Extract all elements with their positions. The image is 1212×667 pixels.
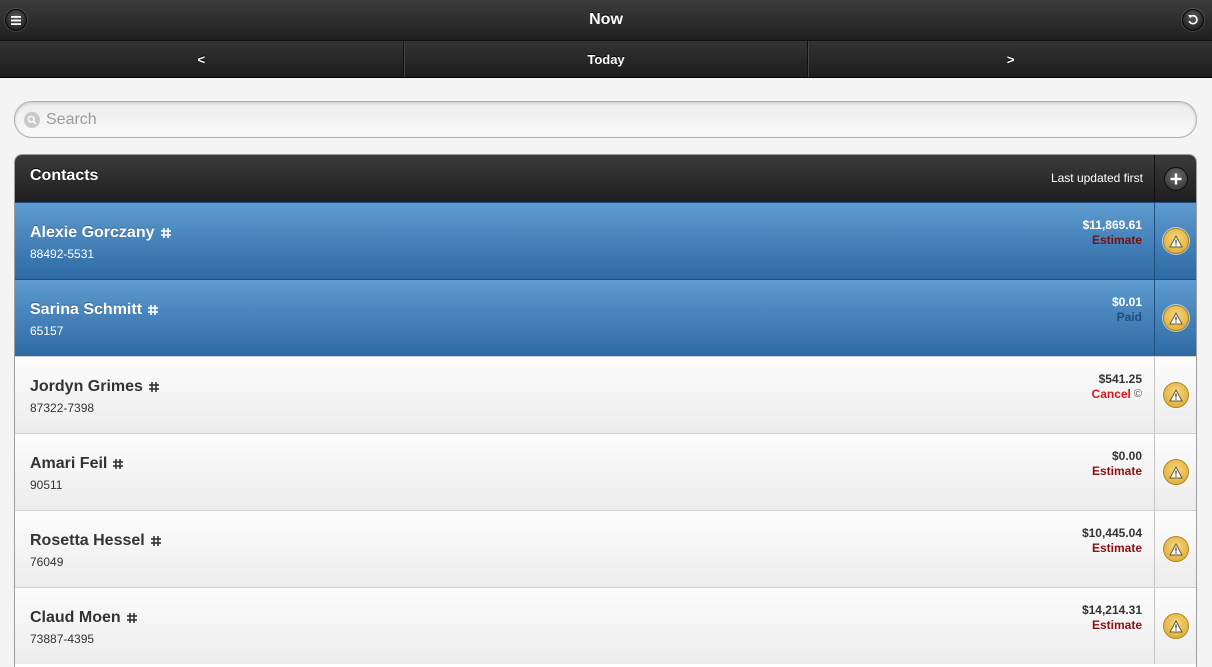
contact-row[interactable]: Jordyn Grimes 87322-7398 $541.25 Cancel … (15, 356, 1196, 433)
contact-row[interactable]: Sarina Schmitt 65157 $0.01 Paid (15, 279, 1196, 356)
contact-amount: $10,445.04 (1081, 526, 1142, 540)
search-input[interactable] (46, 110, 1166, 129)
contact-amount: $0.01 (1111, 295, 1142, 309)
contact-phone: 88492-5531 (30, 247, 95, 261)
status-suffix: © (1133, 388, 1142, 400)
warning-icon (1168, 542, 1183, 555)
date-nav: < Today > (0, 41, 1212, 78)
contact-phone: 87322-7398 (30, 401, 95, 415)
contact-status: Cancel © (1092, 387, 1142, 401)
contact-phone: 90511 (30, 478, 63, 492)
app-header: Now (0, 0, 1212, 41)
warning-button[interactable] (1162, 613, 1189, 639)
warning-column (1154, 357, 1196, 433)
status-label: Estimate (1091, 541, 1142, 555)
add-contact-button[interactable] (1163, 166, 1188, 191)
contact-name-wrap: Amari Feil (30, 455, 124, 473)
contact-status: Paid (1117, 310, 1142, 324)
contact-phone: 73887-4395 (30, 632, 95, 646)
contact-name: Rosetta Hessel (30, 532, 145, 549)
contact-phone: 76049 (30, 555, 64, 569)
warning-column (1154, 434, 1196, 510)
warning-button[interactable] (1162, 536, 1189, 562)
warning-button[interactable] (1162, 305, 1189, 331)
contact-row[interactable]: Claud Moen 73887-4395 $14,214.31 Estimat… (15, 587, 1196, 664)
refresh-button[interactable] (1182, 9, 1204, 31)
contact-name: Amari Feil (30, 455, 108, 472)
warning-button[interactable] (1162, 459, 1189, 485)
contact-row[interactable]: Rosetta Hessel 76049 $10,445.04 Estimate (15, 510, 1196, 587)
contact-amount: $541.25 (1098, 372, 1142, 386)
status-label: Cancel (1091, 387, 1131, 401)
refresh-icon (1188, 14, 1198, 25)
contact-phone: 65157 (30, 324, 64, 338)
status-label: Estimate (1091, 618, 1142, 632)
warning-icon (1168, 311, 1183, 324)
prev-button[interactable]: < (0, 41, 404, 77)
contact-status: Estimate (1092, 464, 1142, 478)
warning-button[interactable] (1162, 382, 1189, 408)
contact-name: Alexie Gorczany (30, 224, 155, 241)
contact-name: Claud Moen (30, 609, 121, 626)
contact-name-wrap: Alexie Gorczany (30, 224, 172, 242)
warning-icon (1168, 465, 1183, 478)
warning-button[interactable] (1162, 228, 1189, 254)
contacts-header: Contacts Last updated first (15, 155, 1196, 202)
contact-amount: $11,869.61 (1082, 218, 1142, 232)
search-bar (14, 101, 1197, 138)
status-label: Estimate (1091, 233, 1142, 247)
hash-icon (160, 228, 171, 238)
next-button[interactable]: > (808, 41, 1212, 77)
hash-icon (148, 382, 159, 392)
contact-amount: $0.00 (1111, 449, 1142, 463)
hash-icon (113, 459, 124, 469)
hash-icon (126, 613, 137, 623)
contact-name: Jordyn Grimes (30, 378, 143, 395)
search-icon (24, 111, 40, 128)
warning-column (1154, 511, 1196, 587)
warning-column (1154, 203, 1196, 279)
contacts-title: Contacts (30, 167, 99, 184)
plus-icon (1170, 173, 1181, 184)
warning-column (1154, 588, 1196, 664)
hash-icon (150, 536, 161, 546)
contact-name-wrap: Jordyn Grimes (30, 378, 160, 396)
contacts-list: Contacts Last updated first Alexie Gorcz… (14, 154, 1197, 667)
add-column (1154, 155, 1196, 202)
page-title: Now (589, 11, 623, 28)
status-label: Estimate (1091, 464, 1142, 478)
contact-row[interactable]: Amari Feil 90511 $0.00 Estimate (15, 433, 1196, 510)
contact-name: Sarina Schmitt (30, 301, 143, 318)
sort-label[interactable]: Last updated first (1051, 171, 1143, 185)
contact-name-wrap: Claud Moen (30, 609, 138, 627)
contact-status: Estimate (1092, 233, 1142, 247)
warning-column (1154, 280, 1196, 356)
status-label: Paid (1116, 310, 1142, 324)
contact-name-wrap: Rosetta Hessel (30, 532, 162, 550)
contact-row[interactable]: Alexie Gorczany 88492-5531 $11,869.61 Es… (15, 202, 1196, 279)
contact-status: Estimate (1092, 618, 1142, 632)
contact-name-wrap: Sarina Schmitt (30, 301, 159, 319)
warning-icon (1168, 388, 1183, 401)
warning-icon (1168, 619, 1183, 632)
hash-icon (148, 305, 159, 315)
contact-status: Estimate (1092, 541, 1142, 555)
warning-icon (1168, 234, 1183, 247)
today-button[interactable]: Today (403, 41, 809, 77)
contact-amount: $14,214.31 (1081, 603, 1142, 617)
